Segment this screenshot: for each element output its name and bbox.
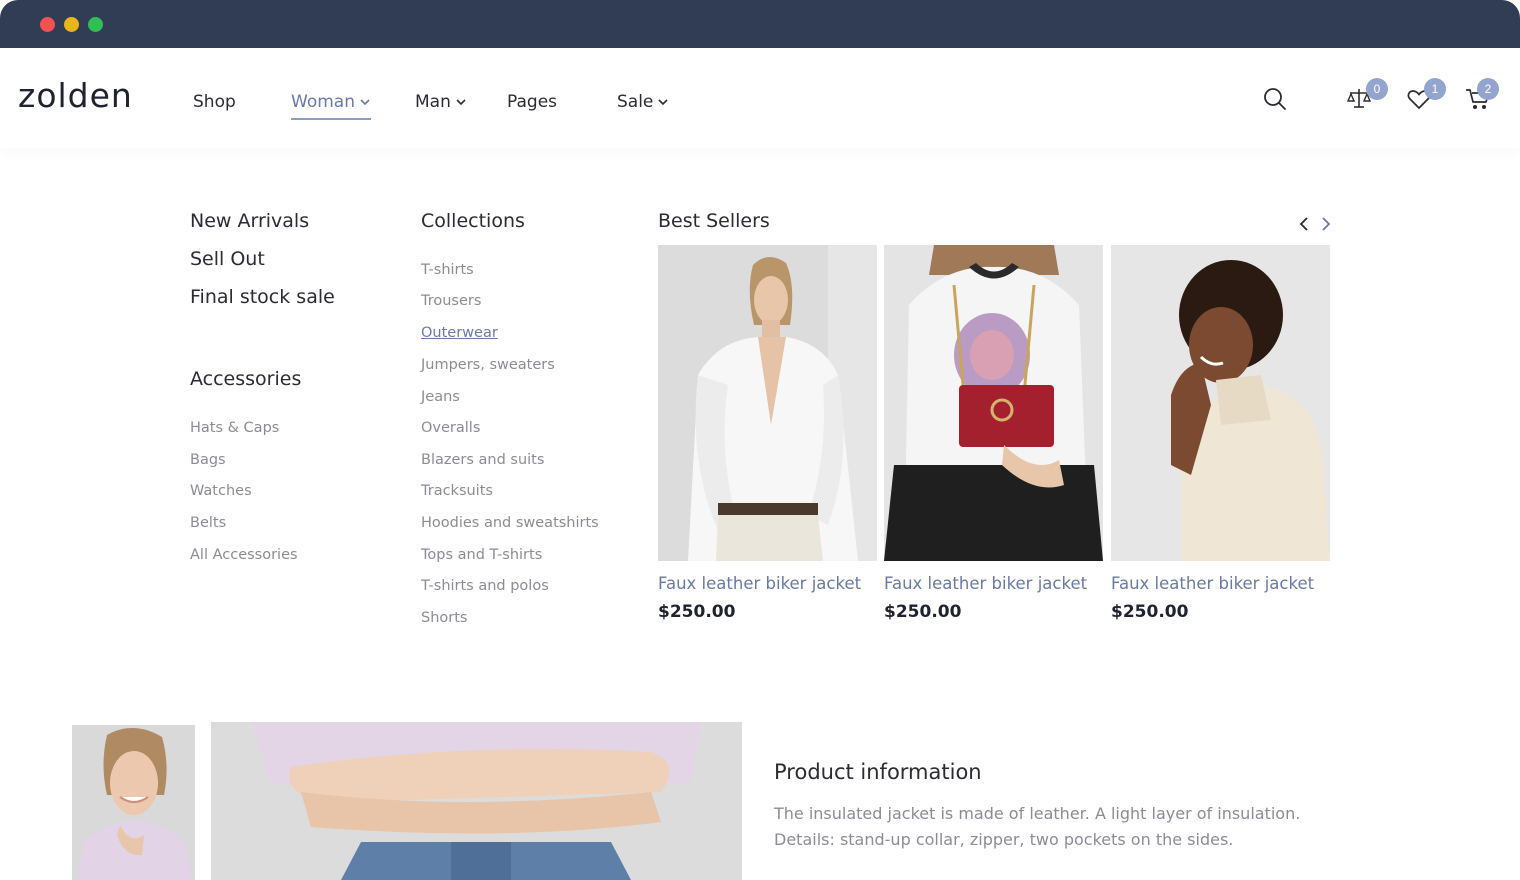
menu-link-jeans[interactable]: Jeans [421,389,460,405]
search-icon [1264,88,1286,110]
menu-link-belts[interactable]: Belts [190,515,226,531]
product-info-line1: The insulated jacket is made of leather.… [774,804,1301,823]
menu-link-blazers-suits[interactable]: Blazers and suits [421,452,544,468]
nav-sale-label: Sale [617,92,654,112]
close-window-button[interactable] [40,17,55,32]
menu-link-hoodies-sweatshirts[interactable]: Hoodies and sweatshirts [421,515,599,531]
chevron-down-icon [658,99,668,106]
site-header: zolden Shop Woman Man Pages Sale [0,48,1520,148]
wishlist-count-badge: 1 [1424,78,1446,100]
product-image[interactable] [1111,245,1330,561]
product-info-line2: Details: stand-up collar, zipper, two po… [774,830,1234,849]
product-name[interactable]: Faux leather biker jacket [658,574,877,593]
chevron-right-icon [1322,217,1331,231]
product-price: $250.00 [658,602,736,622]
chevron-down-icon [360,99,370,106]
product-image[interactable] [884,245,1103,561]
menu-link-overalls[interactable]: Overalls [421,420,480,436]
menu-link-trousers[interactable]: Trousers [421,293,481,309]
window-titlebar [0,0,1520,48]
menu-link-sell-out[interactable]: Sell Out [190,248,265,270]
search-button[interactable] [1262,86,1287,115]
menu-link-bags[interactable]: Bags [190,452,226,468]
menu-link-tops-t-shirts[interactable]: Tops and T-shirts [421,547,542,563]
nav-pages[interactable]: Pages [507,92,557,112]
menu-link-hats-caps[interactable]: Hats & Caps [190,420,279,436]
menu-link-jumpers-sweaters[interactable]: Jumpers, sweaters [421,357,555,373]
product-name[interactable]: Faux leather biker jacket [1111,574,1330,593]
nav-shop-label: Shop [193,92,236,112]
collections-heading: Collections [421,210,525,232]
chevron-left-icon [1299,217,1308,231]
nav-woman-label: Woman [291,92,355,112]
product-thumbnail[interactable] [72,725,195,880]
minimize-window-button[interactable] [64,17,79,32]
accessories-heading: Accessories [190,368,302,390]
menu-link-final-stock-sale[interactable]: Final stock sale [190,286,335,308]
nav-active-underline [291,118,371,120]
carousel-next-button[interactable] [1319,215,1333,237]
compare-count-badge: 0 [1366,78,1388,100]
product-name[interactable]: Faux leather biker jacket [884,574,1103,593]
product-info-title: Product information [774,760,982,784]
product-price: $250.00 [884,602,962,622]
menu-link-shorts[interactable]: Shorts [421,610,467,626]
menu-link-outerwear[interactable]: Outerwear [421,325,498,341]
product-card[interactable]: Faux leather biker jacket $250.00 [1111,245,1330,622]
product-card[interactable]: Faux leather biker jacket $250.00 [884,245,1103,622]
chevron-down-icon [456,99,466,106]
menu-link-watches[interactable]: Watches [190,483,252,499]
product-image[interactable] [658,245,877,561]
nav-man-label: Man [415,92,451,112]
maximize-window-button[interactable] [88,17,103,32]
nav-man[interactable]: Man [415,92,467,112]
best-sellers-heading: Best Sellers [658,210,770,232]
nav-shop[interactable]: Shop [193,92,236,112]
menu-link-new-arrivals[interactable]: New Arrivals [190,210,309,232]
product-card[interactable]: Faux leather biker jacket $250.00 [658,245,877,622]
menu-link-tracksuits[interactable]: Tracksuits [421,483,493,499]
logo[interactable]: zolden [18,76,133,115]
carousel-prev-button[interactable] [1297,215,1311,237]
cart-count-badge: 2 [1477,78,1499,100]
nav-woman[interactable]: Woman [291,92,371,120]
menu-link-t-shirts[interactable]: T-shirts [421,262,474,278]
nav-sale[interactable]: Sale [617,92,669,112]
menu-link-t-shirts-polos[interactable]: T-shirts and polos [421,578,549,594]
product-main-photo[interactable] [211,722,742,880]
product-price: $250.00 [1111,602,1189,622]
menu-link-all-accessories[interactable]: All Accessories [190,547,298,563]
nav-pages-label: Pages [507,92,558,112]
